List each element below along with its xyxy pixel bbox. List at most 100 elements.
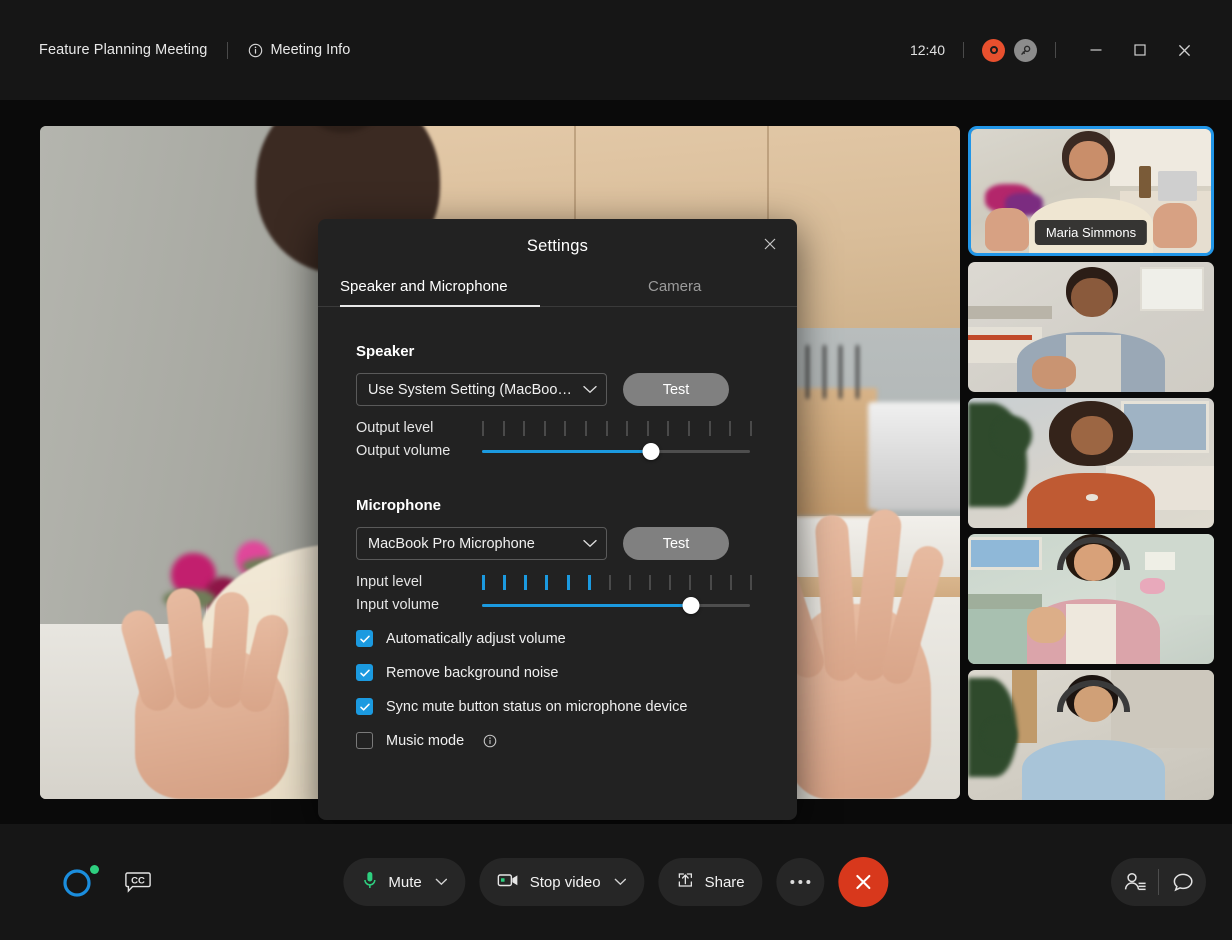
level-tick: [669, 575, 671, 590]
level-tick: [503, 421, 505, 436]
thumbnail-video: [968, 534, 1214, 664]
level-tick: [729, 421, 731, 436]
tab-camera[interactable]: Camera: [648, 278, 701, 306]
meeting-toolbar: CC Mute Stop video: [0, 824, 1232, 940]
thumbnail-participant-2[interactable]: [968, 262, 1214, 392]
info-icon[interactable]: [483, 734, 497, 748]
microphone-icon: [361, 870, 378, 895]
level-tick: [545, 575, 548, 590]
tab-speaker-and-microphone[interactable]: Speaker and Microphone: [340, 278, 540, 306]
divider: [1055, 42, 1056, 58]
slider-thumb[interactable]: [683, 597, 700, 614]
level-tick: [750, 421, 752, 436]
level-tick: [626, 421, 628, 436]
participants-button[interactable]: [1111, 858, 1158, 906]
thumbnail-participant-1[interactable]: Maria Simmons: [968, 126, 1214, 256]
level-tick: [647, 421, 649, 436]
level-tick: [606, 421, 608, 436]
chevron-down-icon[interactable]: [615, 873, 627, 891]
title-bar-left: Feature Planning Meeting Meeting Info: [39, 42, 350, 59]
end-call-button[interactable]: [839, 857, 889, 907]
check-icon: [359, 633, 371, 645]
thumbnail-video: [968, 262, 1214, 392]
level-tick: [503, 575, 506, 590]
microphone-section-heading: Microphone: [356, 497, 797, 514]
checkbox[interactable]: [356, 698, 373, 715]
meeting-info-button[interactable]: Meeting Info: [248, 42, 350, 58]
maximize-button[interactable]: [1118, 28, 1162, 72]
level-tick: [482, 421, 484, 436]
level-tick: [609, 575, 611, 590]
audio-option-row[interactable]: Automatically adjust volume: [356, 630, 797, 647]
dialog-tabs: Speaker and Microphone Camera: [318, 278, 797, 307]
output-volume-row: Output volume: [356, 443, 797, 459]
level-tick: [709, 421, 711, 436]
microphone-test-button[interactable]: Test: [623, 527, 729, 560]
checkbox[interactable]: [356, 732, 373, 749]
dialog-close-button[interactable]: [757, 231, 783, 257]
level-tick: [688, 421, 690, 436]
slider-thumb[interactable]: [642, 443, 659, 460]
level-tick: [523, 421, 525, 436]
thumbnail-participant-5[interactable]: [968, 670, 1214, 800]
input-volume-slider[interactable]: [482, 597, 750, 613]
audio-option-row[interactable]: Remove background noise: [356, 664, 797, 681]
audio-option-label: Remove background noise: [386, 665, 559, 681]
thumbnail-participant-4[interactable]: [968, 534, 1214, 664]
microphone-device-select[interactable]: MacBook Pro Microphone: [356, 527, 607, 560]
mute-button[interactable]: Mute: [343, 858, 465, 906]
more-options-button[interactable]: [777, 858, 825, 906]
check-icon: [359, 667, 371, 679]
meeting-window: Feature Planning Meeting Meeting Info 12…: [0, 0, 1232, 940]
minimize-button[interactable]: [1074, 28, 1118, 72]
status-dot: [90, 865, 99, 874]
page-title: Feature Planning Meeting: [39, 42, 207, 58]
captions-button[interactable]: CC: [123, 867, 153, 897]
audio-option-row[interactable]: Sync mute button status on microphone de…: [356, 698, 797, 715]
input-volume-label: Input volume: [356, 597, 482, 613]
thumbnail-video: [968, 670, 1214, 800]
input-level-row: Input level: [356, 574, 797, 590]
chat-button[interactable]: [1159, 858, 1206, 906]
ai-companion-button[interactable]: [62, 865, 96, 899]
settings-dialog: Settings Speaker and Microphone Camera S…: [318, 219, 797, 820]
check-icon: [359, 701, 371, 713]
toolbar-left: CC: [62, 865, 153, 899]
dialog-title: Settings: [318, 219, 797, 256]
checkbox[interactable]: [356, 664, 373, 681]
thumbnail-participant-3[interactable]: [968, 398, 1214, 528]
share-upload-icon: [677, 871, 695, 894]
speaker-device-value: Use System Setting (MacBook...: [368, 382, 576, 398]
encryption-key-icon[interactable]: [1014, 39, 1037, 62]
dialog-body: Speaker Use System Setting (MacBook... T…: [318, 307, 797, 749]
divider: [963, 42, 964, 58]
close-button[interactable]: [1162, 28, 1206, 72]
title-bar: Feature Planning Meeting Meeting Info 12…: [0, 0, 1232, 100]
participant-name-label: Maria Simmons: [1035, 220, 1147, 245]
toolbar-center: Mute Stop video Share: [343, 857, 888, 907]
meeting-info-label: Meeting Info: [270, 42, 350, 58]
stop-video-button[interactable]: Stop video: [480, 858, 645, 906]
audio-option-row[interactable]: Music mode: [356, 732, 797, 749]
level-tick: [689, 575, 691, 590]
speaker-test-button[interactable]: Test: [623, 373, 729, 406]
mute-label: Mute: [388, 874, 421, 891]
level-tick: [544, 421, 546, 436]
share-button[interactable]: Share: [659, 858, 763, 906]
output-volume-slider[interactable]: [482, 443, 750, 459]
chevron-down-icon: [583, 535, 597, 553]
speaker-section-heading: Speaker: [356, 343, 797, 360]
video-camera-icon: [498, 872, 520, 893]
speaker-device-select[interactable]: Use System Setting (MacBook...: [356, 373, 607, 406]
participant-thumbnail-strip: Maria Simmons: [968, 126, 1214, 800]
checkbox[interactable]: [356, 630, 373, 647]
input-level-label: Input level: [356, 574, 482, 590]
level-tick: [482, 575, 485, 590]
chevron-down-icon[interactable]: [436, 873, 448, 891]
recording-indicator-icon[interactable]: [982, 39, 1005, 62]
audio-option-label: Sync mute button status on microphone de…: [386, 699, 687, 715]
title-bar-right: 12:40: [910, 0, 1206, 100]
clock: 12:40: [910, 42, 945, 58]
share-label: Share: [705, 874, 745, 891]
audio-option-label: Automatically adjust volume: [386, 631, 566, 647]
